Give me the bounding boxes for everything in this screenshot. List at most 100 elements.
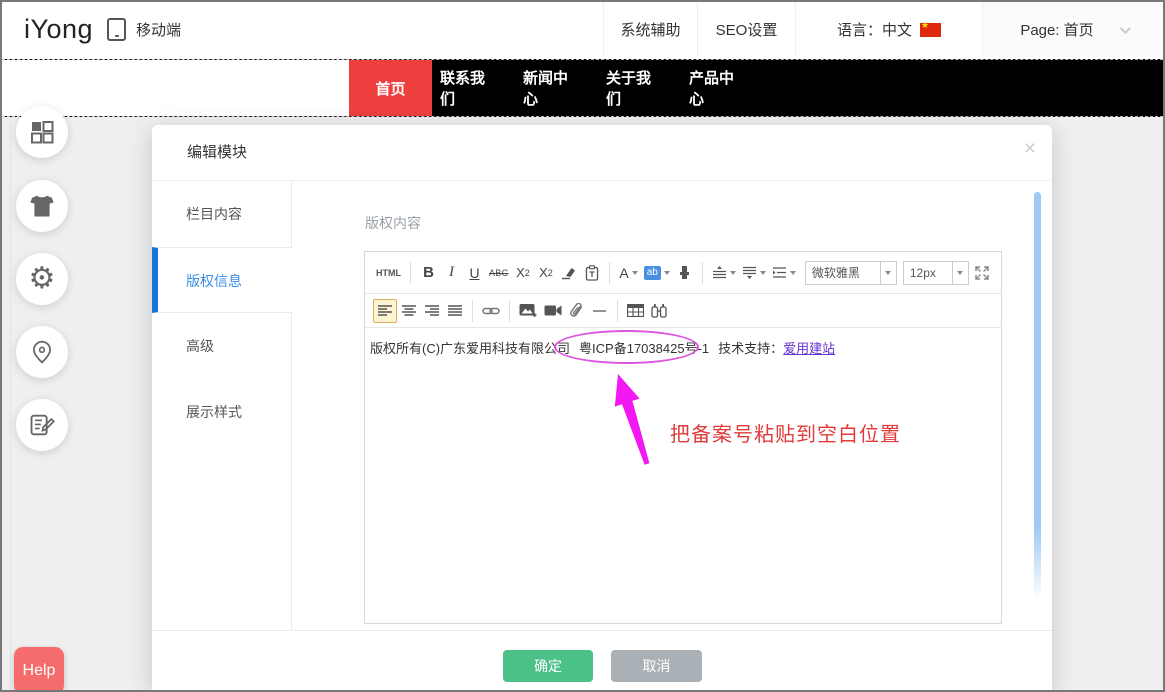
nav-left-spacer <box>2 60 349 116</box>
insert-image-button[interactable] <box>516 298 541 324</box>
format-eraser-button[interactable] <box>557 260 580 286</box>
indent-icon <box>772 266 787 279</box>
caret-down-icon <box>760 271 766 275</box>
subscript-button[interactable]: X2 <box>534 260 557 286</box>
modules-button[interactable] <box>16 106 68 158</box>
line-height-icon <box>712 266 727 279</box>
icp-number-text: 粤ICP备17038425号-1 <box>579 341 709 356</box>
language-label: 语言：中文 <box>837 19 912 40</box>
nav-item-contact[interactable]: 联系我们 <box>440 60 498 116</box>
toolbar-separator <box>509 300 510 322</box>
binoculars-icon <box>651 303 667 318</box>
fullscreen-icon <box>975 266 989 280</box>
align-right-button[interactable] <box>420 298 443 324</box>
settings-button[interactable]: ⚙ <box>16 253 68 305</box>
gear-icon: ⚙ <box>29 264 56 294</box>
paragraph-spacing-icon <box>742 266 757 279</box>
font-family-select[interactable]: 微软雅黑 <box>805 261 897 285</box>
top-header: iYong 移动端 系统辅助 SEO设置 语言：中文 Page: 首页 <box>2 2 1163 59</box>
nav-item-home[interactable]: 首页 <box>349 60 432 116</box>
nav-item-news[interactable]: 新闻中心 <box>523 60 581 116</box>
dialog-header: 编辑模块 × <box>152 125 1052 181</box>
menu-language[interactable]: 语言：中文 <box>795 2 982 57</box>
font-family-value: 微软雅黑 <box>806 264 880 281</box>
insert-table-button[interactable] <box>624 298 647 324</box>
app-window: iYong 移动端 系统辅助 SEO设置 语言：中文 Page: 首页 首页 联… <box>0 0 1165 692</box>
iyong-logo: iYong <box>24 2 93 57</box>
china-flag-icon <box>920 23 941 37</box>
paperclip-icon <box>570 303 584 318</box>
superscript-base: X <box>516 265 525 280</box>
help-button[interactable]: Help <box>14 647 64 692</box>
subscript-idx: 2 <box>548 268 553 278</box>
chevron-down-icon <box>1119 22 1130 33</box>
mobile-preview-button[interactable]: 移动端 <box>107 2 181 57</box>
cancel-button[interactable]: 取消 <box>611 650 702 682</box>
tab-copyright-info[interactable]: 版权信息 <box>152 247 292 313</box>
menu-system-assist[interactable]: 系统辅助 <box>603 2 697 57</box>
align-justify-icon <box>448 305 462 317</box>
horizontal-rule-button[interactable] <box>588 298 611 324</box>
edit-module-dialog: 编辑模块 × 栏目内容 版权信息 高级 展示样式 版权内容 HTML B I <box>152 125 1052 690</box>
editor-content-area[interactable]: 版权所有(C)广东爱用科技有限公司粤ICP备17038425号-1技术支持：爱用… <box>365 328 1001 370</box>
align-center-button[interactable] <box>397 298 420 324</box>
underline-button[interactable]: U <box>463 260 486 286</box>
site-nav: 首页 联系我们 新闻中心 关于我们 产品中心 <box>2 59 1163 117</box>
font-color-glyph: A <box>619 265 628 281</box>
location-button[interactable] <box>16 326 68 378</box>
indent-button[interactable] <box>769 260 799 286</box>
caret-down-icon <box>664 271 670 275</box>
clipboard-icon <box>585 265 599 281</box>
superscript-button[interactable]: X2 <box>511 260 534 286</box>
compose-icon <box>28 411 56 439</box>
bold-button[interactable]: B <box>417 260 440 286</box>
support-link[interactable]: 爱用建站 <box>783 341 835 356</box>
tablet-icon <box>107 18 126 41</box>
paragraph-spacing-button[interactable] <box>739 260 769 286</box>
highlight-color-button[interactable]: ab <box>641 260 673 286</box>
strikethrough-button[interactable]: ABC <box>486 260 511 286</box>
tshirt-icon <box>28 192 56 220</box>
font-size-select[interactable]: 12px <box>903 261 969 285</box>
format-brush-button[interactable] <box>673 260 696 286</box>
tab-column-content[interactable]: 栏目内容 <box>152 181 291 247</box>
dialog-footer: 确定 取消 <box>152 630 1052 690</box>
dialog-scrollbar[interactable] <box>1034 192 1041 600</box>
page-selector[interactable]: Page: 首页 <box>982 2 1165 57</box>
insert-video-button[interactable] <box>541 298 565 324</box>
insert-link-button[interactable] <box>479 298 503 324</box>
annotation-note: 把备案号粘贴到空白位置 <box>670 418 901 447</box>
tab-advanced[interactable]: 高级 <box>152 313 291 379</box>
font-color-button[interactable]: A <box>616 260 640 286</box>
close-icon[interactable]: × <box>1024 138 1036 159</box>
confirm-button[interactable]: 确定 <box>503 650 593 682</box>
eraser-icon <box>561 266 576 280</box>
dialog-tabs: 栏目内容 版权信息 高级 展示样式 <box>152 181 292 630</box>
align-justify-button[interactable] <box>443 298 466 324</box>
caret-down-icon <box>730 271 736 275</box>
toolbar-separator <box>702 262 703 284</box>
caret-down-icon <box>632 271 638 275</box>
attach-file-button[interactable] <box>565 298 588 324</box>
editor-toolbar-row2 <box>365 294 1001 328</box>
html-source-button[interactable]: HTML <box>373 260 404 286</box>
theme-button[interactable] <box>16 180 68 232</box>
nav-item-products[interactable]: 产品中心 <box>689 60 747 116</box>
copyright-text: 版权所有(C)广东爱用科技有限公司 <box>370 341 570 356</box>
find-replace-button[interactable] <box>647 298 670 324</box>
align-right-icon <box>425 305 439 317</box>
horizontal-rule-icon <box>593 309 606 313</box>
fullscreen-button[interactable] <box>970 260 993 286</box>
select-arrow <box>880 262 896 284</box>
align-left-button[interactable] <box>373 299 397 323</box>
video-icon <box>544 304 562 317</box>
paste-button[interactable] <box>580 260 603 286</box>
dialog-title: 编辑模块 <box>187 125 247 181</box>
caret-down-icon <box>790 271 796 275</box>
tab-display-style[interactable]: 展示样式 <box>152 379 291 445</box>
nav-item-about[interactable]: 关于我们 <box>606 60 664 116</box>
line-height-button[interactable] <box>709 260 739 286</box>
italic-button[interactable]: I <box>440 260 463 286</box>
menu-seo-settings[interactable]: SEO设置 <box>697 2 795 57</box>
edit-content-button[interactable] <box>16 399 68 451</box>
